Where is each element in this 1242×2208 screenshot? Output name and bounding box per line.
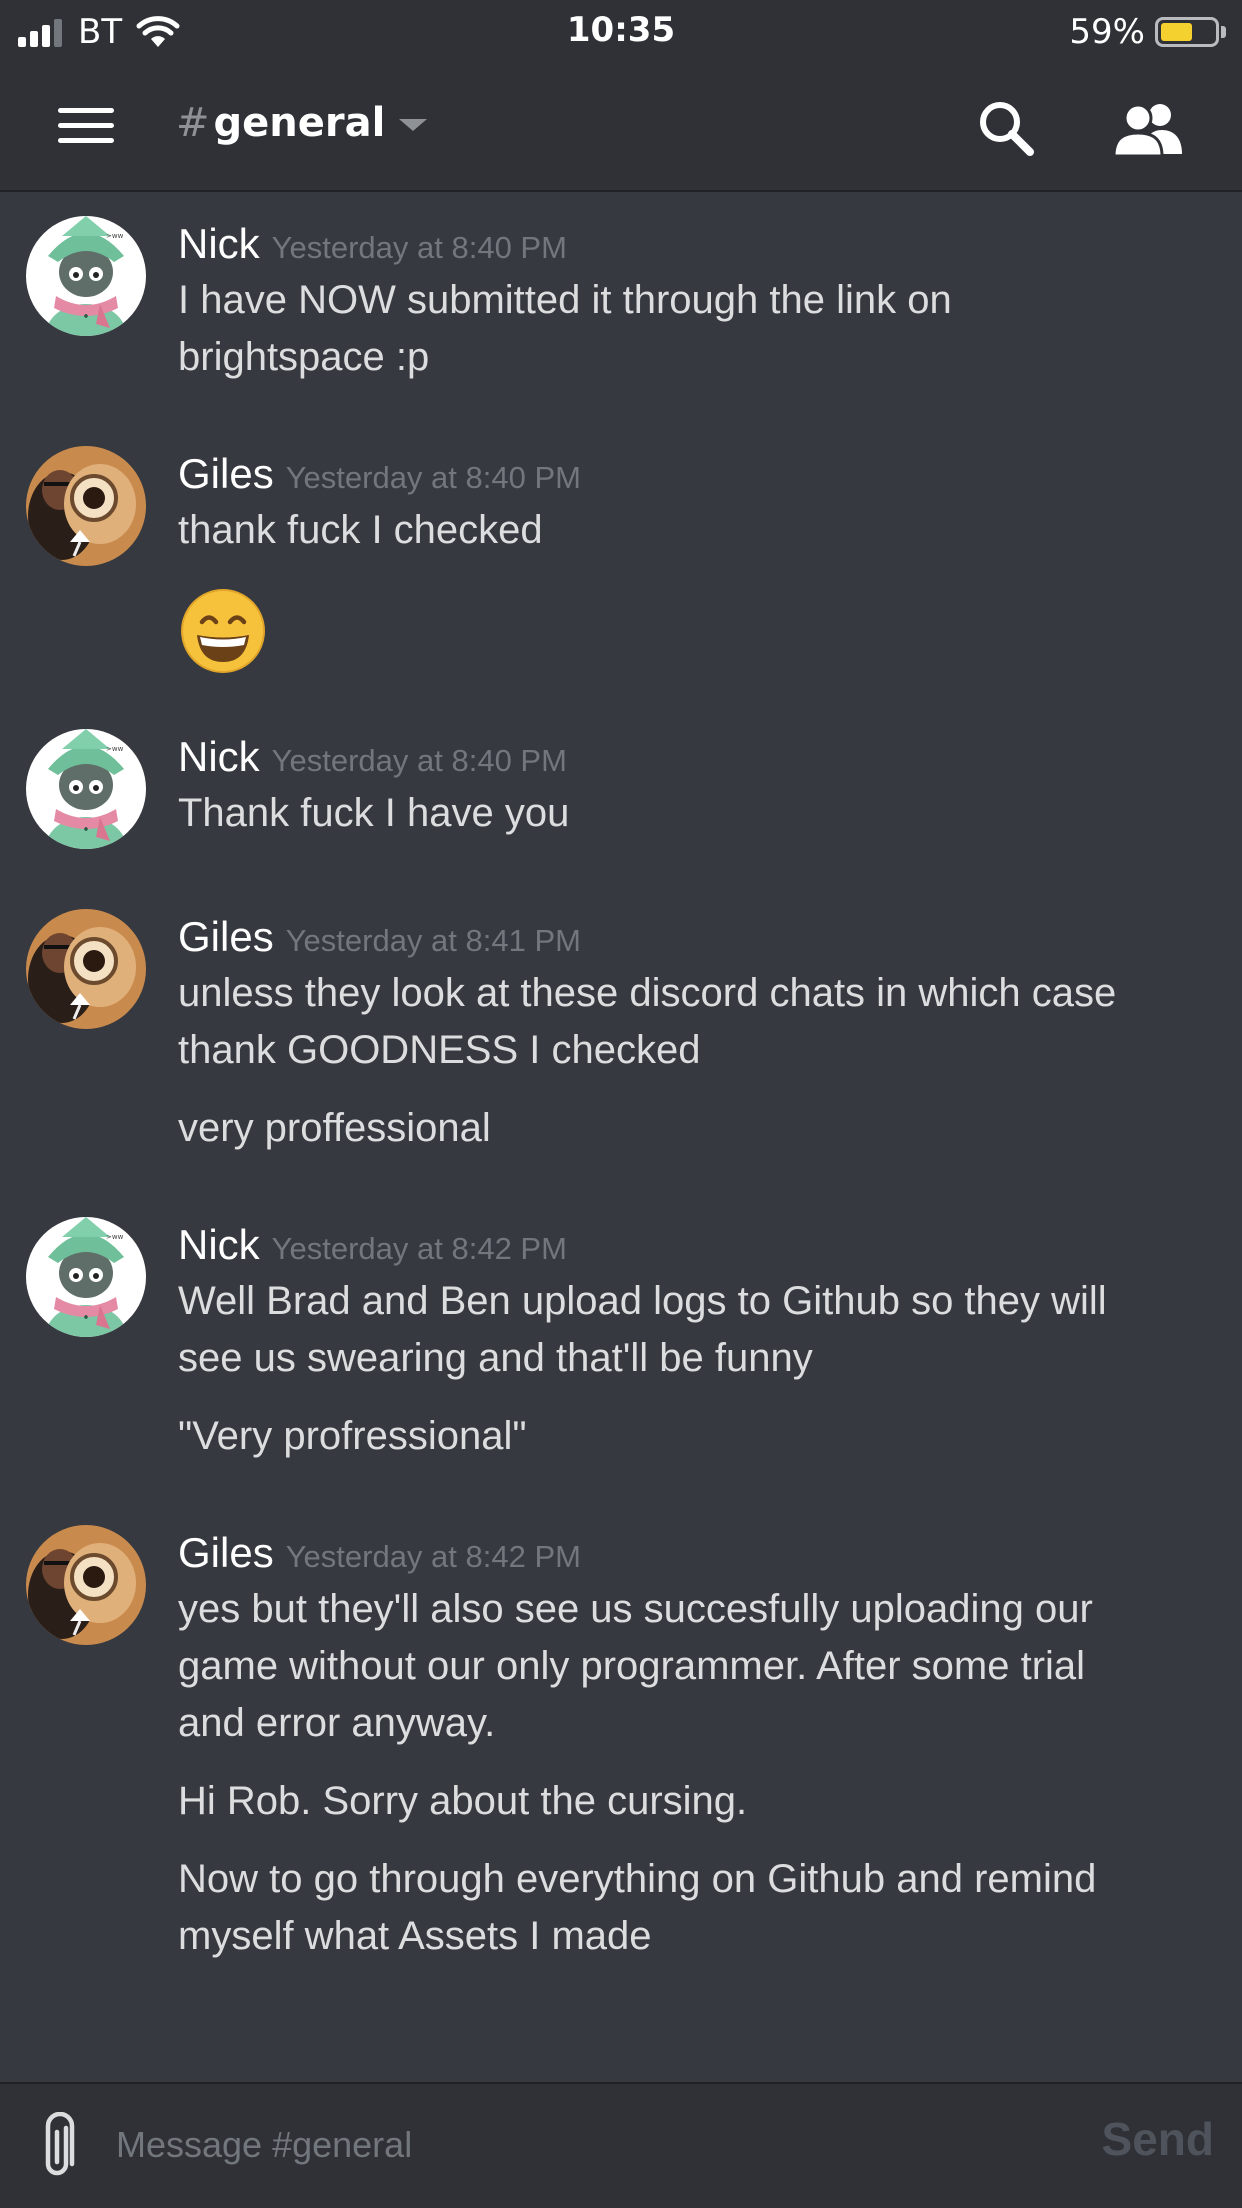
message-timestamp: Yesterday at 8:41 PM <box>285 923 581 958</box>
message-text: I have NOW submitted it through the link… <box>178 278 952 379</box>
message-group[interactable]: Nick Yesterday at 8:42 PM Well Brad and Be… <box>0 1193 1242 1501</box>
author-name[interactable]: Nick <box>178 220 260 267</box>
author-name[interactable]: Nick <box>178 1221 260 1268</box>
message-timestamp: Yesterday at 8:42 PM <box>271 1231 567 1266</box>
nick-avatar[interactable] <box>26 1217 146 1337</box>
message-composer: Send <box>0 2082 1242 2208</box>
message-text: Well Brad and Ben upload logs to Github … <box>178 1279 1107 1380</box>
battery-icon <box>1155 17 1219 47</box>
send-button[interactable]: Send <box>1102 2112 1214 2166</box>
message-text: "Very profressional" <box>178 1414 527 1458</box>
channel-header: # general <box>0 62 1242 192</box>
clock: 10:35 <box>566 10 676 50</box>
message-text: Hi Rob. Sorry about the cursing. <box>178 1779 748 1823</box>
message-timestamp: Yesterday at 8:40 PM <box>271 743 567 778</box>
message-input[interactable] <box>114 2108 1078 2182</box>
battery-percent: 59% <box>1069 12 1145 52</box>
message-header: Nick Yesterday at 8:40 PM <box>178 733 567 781</box>
message-group[interactable]: Nick Yesterday at 8:40 PM I have NOW submi… <box>0 192 1242 422</box>
message-header: Giles Yesterday at 8:41 PM <box>178 913 581 961</box>
message-header: Nick Yesterday at 8:40 PM <box>178 220 567 268</box>
author-name[interactable]: Giles <box>178 1529 274 1576</box>
giles-avatar[interactable] <box>26 446 146 566</box>
message-group[interactable]: Giles Yesterday at 8:41 PM unless they loo… <box>0 885 1242 1193</box>
message-group[interactable]: Giles Yesterday at 8:42 PM yes but they'll… <box>0 1501 1242 2001</box>
chevron-down-icon <box>399 119 428 131</box>
message-list[interactable]: Nick Yesterday at 8:40 PM I have NOW submi… <box>0 192 1242 2082</box>
message-header: Giles Yesterday at 8:42 PM <box>178 1529 581 1577</box>
giles-avatar[interactable] <box>26 1525 146 1645</box>
message-header: Giles Yesterday at 8:40 PM <box>178 450 581 498</box>
battery-fill <box>1161 23 1192 41</box>
status-bar: BT 10:35 59% <box>0 0 1242 62</box>
message-text: Thank fuck I have you <box>178 791 570 835</box>
members-icon[interactable] <box>1112 100 1184 156</box>
channel-selector[interactable]: # general <box>176 100 428 146</box>
nick-avatar[interactable] <box>26 729 146 849</box>
battery-tip <box>1221 26 1226 38</box>
message-group[interactable]: Giles Yesterday at 8:40 PM thank fuck I ch… <box>0 422 1242 705</box>
message-timestamp: Yesterday at 8:40 PM <box>271 230 567 265</box>
channel-hash: # <box>176 100 210 146</box>
message-timestamp: Yesterday at 8:40 PM <box>285 460 581 495</box>
nick-avatar[interactable] <box>26 216 146 336</box>
paperclip-icon[interactable] <box>36 2112 80 2182</box>
author-name[interactable]: Nick <box>178 733 260 780</box>
author-name[interactable]: Giles <box>178 913 274 960</box>
message-text: unless they look at these discord chats … <box>178 971 1117 1072</box>
search-icon[interactable] <box>976 98 1036 158</box>
message-timestamp: Yesterday at 8:42 PM <box>285 1539 581 1574</box>
message-text: thank fuck I checked <box>178 508 543 552</box>
message-header: Nick Yesterday at 8:42 PM <box>178 1221 567 1269</box>
channel-name: general <box>213 100 386 146</box>
giles-avatar[interactable] <box>26 909 146 1029</box>
message-text: yes but they'll also see us succesfully … <box>178 1587 1093 1745</box>
hamburger-icon[interactable] <box>58 108 114 144</box>
author-name[interactable]: Giles <box>178 450 274 497</box>
message-group[interactable]: Nick Yesterday at 8:40 PM Thank fuck I hav… <box>0 705 1242 885</box>
grinning-face-emoji[interactable] <box>180 588 266 674</box>
status-right: 59% <box>1069 12 1226 52</box>
message-text: very proffessional <box>178 1106 491 1150</box>
message-text: Now to go through everything on Github a… <box>178 1857 1097 1958</box>
